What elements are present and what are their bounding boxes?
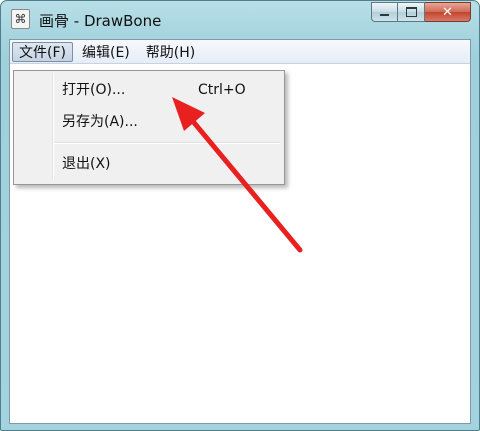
maximize-button[interactable] <box>398 2 425 22</box>
close-button[interactable]: ✕ <box>425 2 471 22</box>
menu-bar: 文件(F) 编辑(E) 帮助(H) <box>10 40 470 64</box>
menu-item-save-as[interactable]: 另存为(A)... <box>62 111 138 133</box>
menu-file[interactable]: 文件(F) <box>12 41 73 62</box>
caption-buttons: ✕ <box>371 2 471 24</box>
menu-gutter-divider <box>52 73 54 180</box>
menu-edit[interactable]: 编辑(E) <box>75 42 137 62</box>
minimize-button[interactable] <box>371 2 398 22</box>
window-title: 画骨 - DrawBone <box>39 12 162 30</box>
maximize-icon <box>405 7 417 17</box>
menu-shortcut-open: Ctrl+O <box>198 82 246 98</box>
app-bone-icon[interactable]: ⌘ <box>11 9 30 29</box>
title-bar[interactable]: ⌘ 画骨 - DrawBone ✕ <box>1 1 479 37</box>
file-dropdown-menu: 打开(O)... Ctrl+O 另存为(A)... 退出(X) <box>13 70 285 185</box>
menu-item-open[interactable]: 打开(O)... <box>62 79 125 101</box>
menu-separator <box>54 142 280 144</box>
close-icon: ✕ <box>442 4 453 20</box>
app-window: ⌘ 画骨 - DrawBone ✕ 文件(F) 编辑(E) 帮助(H) <box>0 0 480 431</box>
minimize-icon <box>380 14 389 16</box>
menu-item-exit[interactable]: 退出(X) <box>62 153 111 175</box>
menu-help[interactable]: 帮助(H) <box>139 42 202 62</box>
